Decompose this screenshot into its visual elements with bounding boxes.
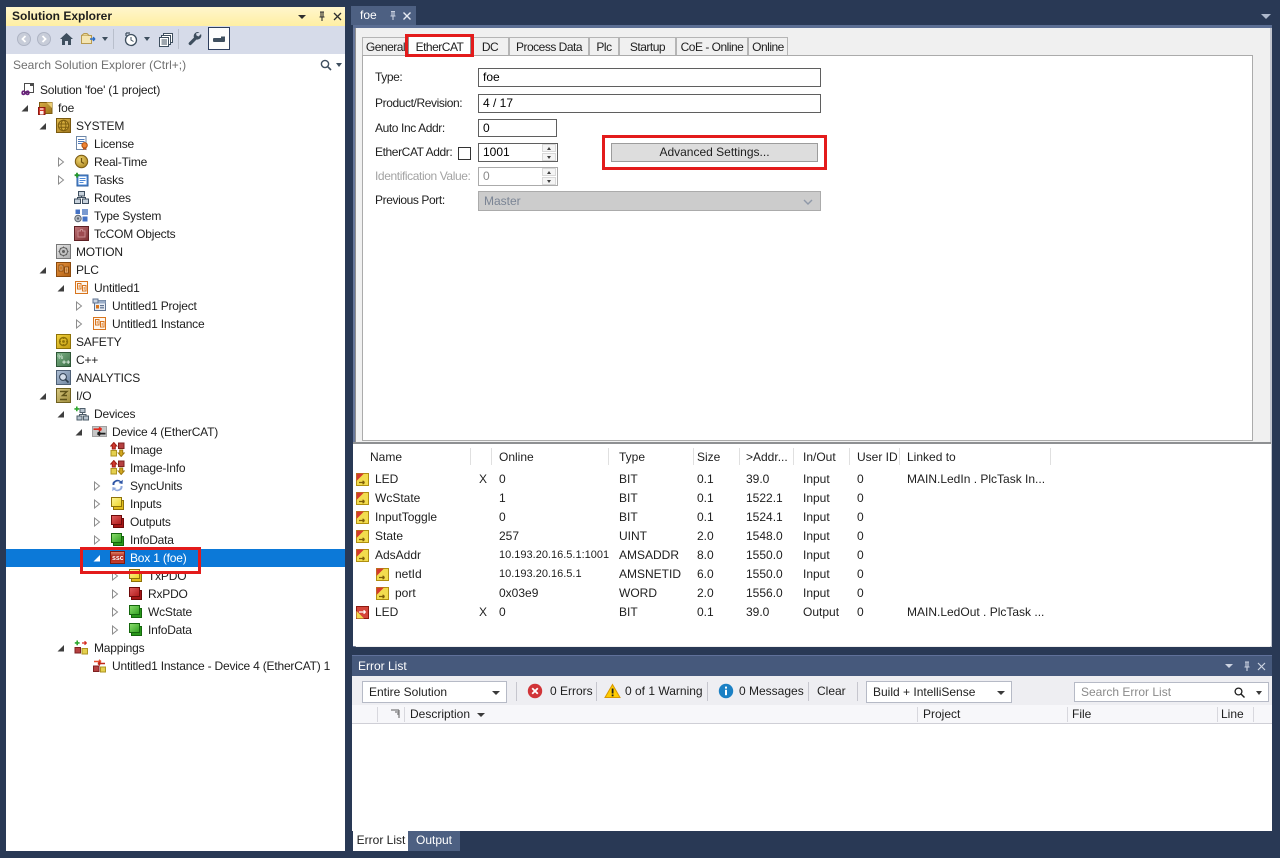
svg-text:++: ++ [62,360,70,367]
